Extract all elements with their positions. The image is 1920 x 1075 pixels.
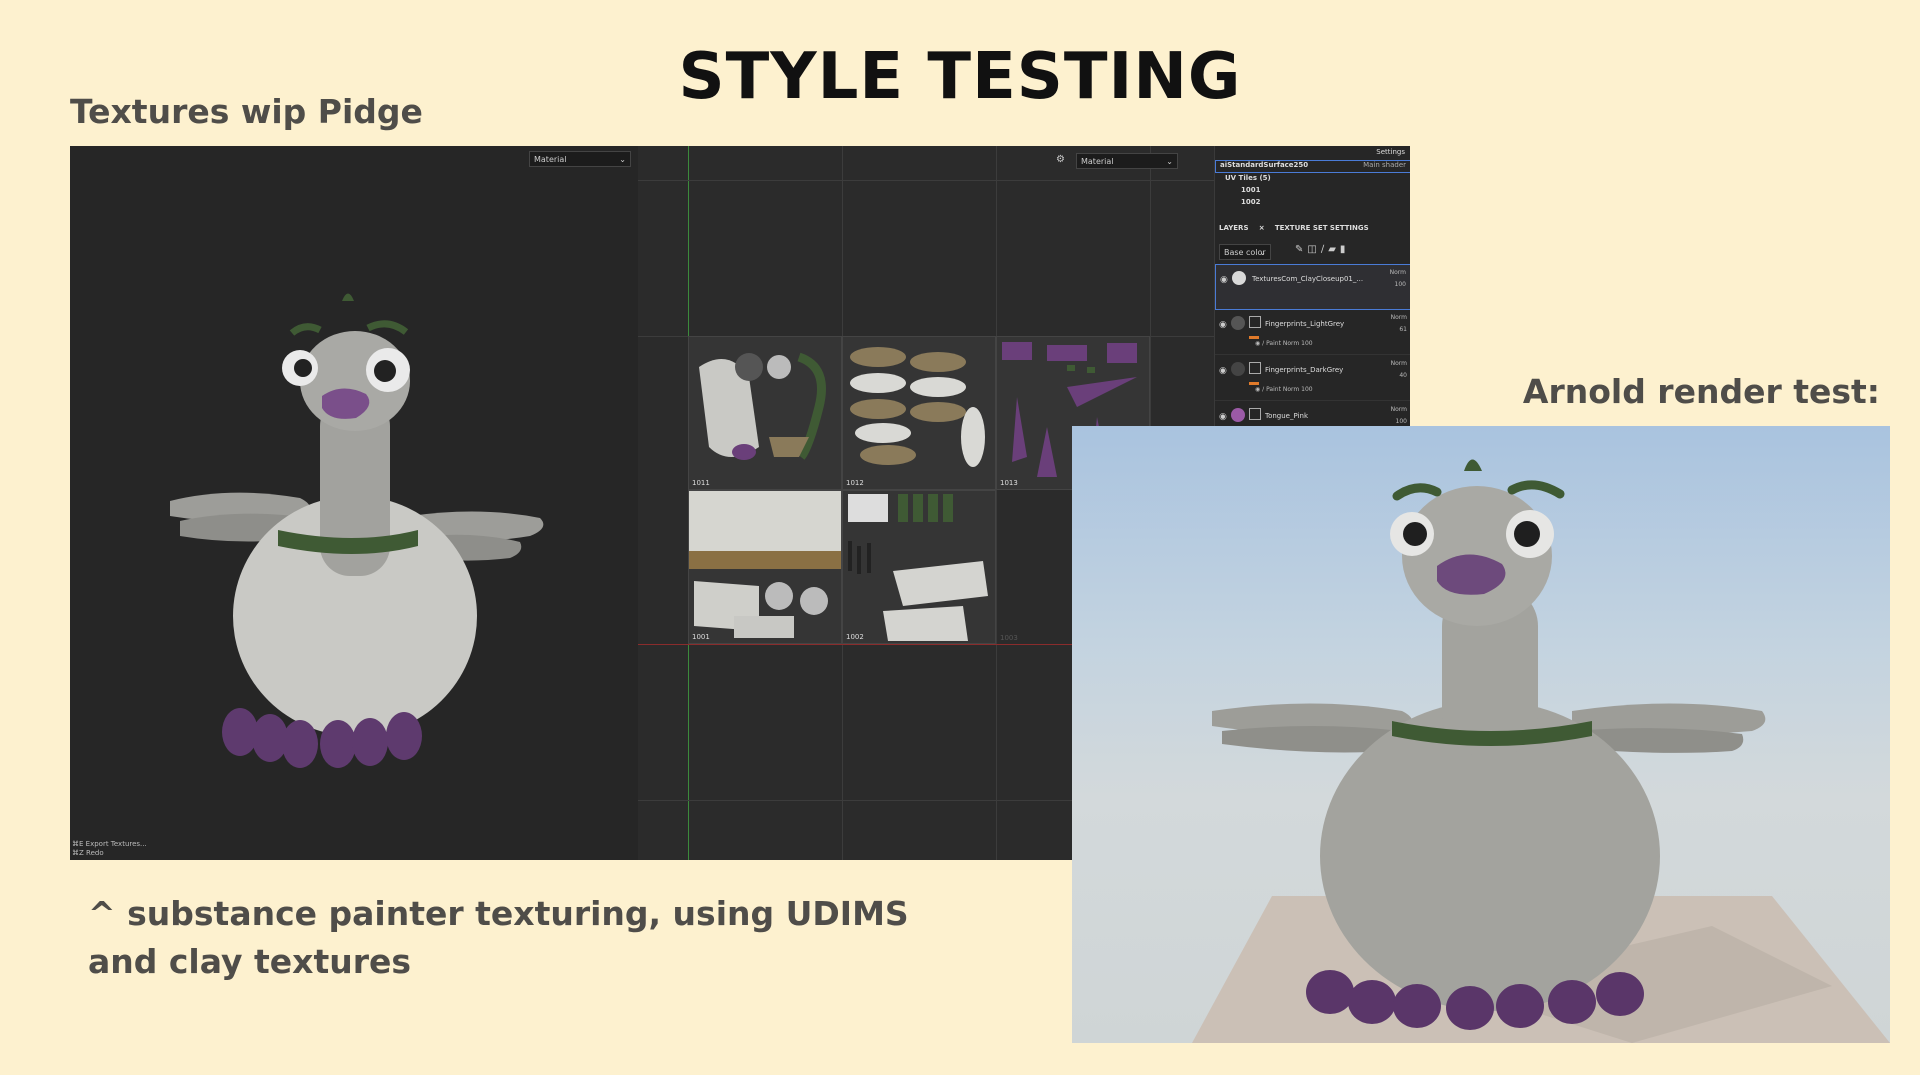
tab-layers[interactable]: LAYERS	[1215, 222, 1253, 234]
tile-label: 1002	[846, 633, 864, 641]
uv-islands-head	[699, 352, 826, 460]
uv-tiles-header[interactable]: UV Tiles (5)	[1225, 174, 1410, 182]
sub-effect-name: Paint	[1266, 340, 1281, 347]
grid-line	[996, 146, 997, 860]
render-label: Arnold render test:	[1522, 372, 1880, 411]
uv-islands-misc	[848, 494, 988, 641]
uv-islands-body	[689, 491, 841, 638]
layer-blend[interactable]: Norm 100	[1391, 404, 1407, 428]
3d-viewport: Material ⌄ ⌘E Export Textures... ⌘Z Redo	[70, 146, 638, 860]
arnold-render-image	[1072, 426, 1890, 1043]
layer-color-tag	[1249, 382, 1259, 385]
layer-row[interactable]: ◉ Fingerprints_DarkGrey Norm 40 ◉ ∕ Paint…	[1215, 356, 1410, 401]
grid-line	[638, 180, 1284, 181]
layer-thumbnail	[1231, 362, 1245, 376]
mask-icon	[1249, 316, 1261, 328]
textures-label: Textures wip Pidge	[70, 92, 423, 131]
mask-icon	[1249, 362, 1261, 374]
udim-tile[interactable]: 1002	[842, 490, 996, 644]
add-mask-icon[interactable]: ◫	[1307, 244, 1320, 255]
layer-thumbnail	[1232, 271, 1246, 285]
folder-icon[interactable]: ▰	[1328, 244, 1340, 255]
eye-icon[interactable]: ◉	[1219, 412, 1227, 422]
trash-icon[interactable]: ▮	[1340, 244, 1350, 255]
layer-row[interactable]: ◉ TexturesCom_ClayCloseup01_... Norm 100	[1215, 264, 1410, 310]
eye-icon[interactable]: ◉	[1219, 366, 1227, 376]
sub-opacity: 100	[1301, 340, 1313, 347]
mask-icon	[1249, 408, 1261, 420]
layer-name: Fingerprints_LightGrey	[1265, 320, 1345, 328]
opacity-value: 100	[1395, 418, 1407, 425]
layer-row[interactable]: ◉ Fingerprints_LightGrey Norm 61 ◉ ∕ Pain…	[1215, 310, 1410, 355]
layer-color-tag	[1249, 336, 1259, 339]
shader-row[interactable]: aiStandardSurface250 Main shader	[1215, 160, 1410, 173]
panel-tabs: LAYERS × TEXTURE SET SETTINGS	[1215, 222, 1410, 234]
tile-label: 1011	[692, 479, 710, 487]
layer-name: Fingerprints_DarkGrey	[1265, 366, 1344, 374]
sub-effect[interactable]: ◉ ∕ Paint Norm 100	[1255, 340, 1313, 347]
tab-texture-set-settings[interactable]: TEXTURE SET SETTINGS	[1271, 222, 1373, 234]
sub-effect[interactable]: ◉ ∕ Paint Norm 100	[1255, 386, 1313, 393]
tile-label: 1012	[846, 479, 864, 487]
uv-tile-item[interactable]: 1002	[1241, 198, 1410, 206]
opacity-value: 40	[1399, 372, 1407, 379]
tile-label: 1013	[1000, 479, 1018, 487]
opacity-value: 100	[1394, 281, 1406, 288]
chevron-down-icon: ⌄	[1259, 248, 1266, 257]
shortcut-redo: ⌘Z Redo	[72, 849, 104, 857]
display-settings-icon[interactable]: ⚙	[1056, 154, 1068, 166]
udim-tile[interactable]: 1011	[688, 336, 842, 490]
layer-blend[interactable]: Norm 100	[1390, 267, 1406, 291]
layer-name: TexturesCom_ClayCloseup01_...	[1252, 275, 1364, 283]
caption-text: ^ substance painter texturing, using UDI…	[88, 894, 909, 981]
shader-name: aiStandardSurface250	[1220, 161, 1309, 169]
layer-toolbar: ✎◫∕▰▮	[1295, 244, 1410, 255]
chevron-down-icon: ⌄	[1166, 157, 1173, 166]
shader-type: Main shader	[1363, 161, 1406, 169]
shortcut-hints: ⌘E Export Textures... ⌘Z Redo	[72, 840, 147, 858]
layer-blend[interactable]: Norm 61	[1391, 312, 1407, 336]
layer-thumbnail	[1231, 408, 1245, 422]
sub-effect-name: Paint	[1266, 386, 1281, 393]
settings-label: Settings	[1376, 148, 1405, 156]
rendered-pigeon	[1192, 459, 1890, 1043]
blend-mode: Norm	[1390, 360, 1407, 367]
uv-tile-item[interactable]: 1001	[1241, 186, 1410, 194]
tile-label: 1003	[1000, 634, 1018, 642]
eye-icon[interactable]: ◉	[1220, 275, 1228, 285]
udim-tile[interactable]: 1001	[688, 490, 842, 644]
uv-islands-wings	[850, 347, 985, 467]
tile-label: 1001	[692, 633, 710, 641]
layers-panel: Settings aiStandardSurface250 Main shade…	[1214, 146, 1410, 447]
sub-blend: Norm	[1282, 340, 1300, 347]
sub-opacity: 100	[1301, 386, 1313, 393]
udim-tile[interactable]: 1012	[842, 336, 996, 490]
layer-name: Tongue_Pink	[1265, 412, 1308, 420]
uv-dropdown-label: Material	[1081, 157, 1114, 166]
layer-thumbnail	[1231, 316, 1245, 330]
close-icon[interactable]: ×	[1255, 222, 1269, 234]
opacity-value: 61	[1399, 326, 1407, 333]
uv-material-dropdown[interactable]: Material ⌄	[1076, 153, 1178, 169]
sub-blend: Norm	[1282, 386, 1300, 393]
eye-icon[interactable]: ◉	[1219, 320, 1227, 330]
layer-blend[interactable]: Norm 40	[1391, 358, 1407, 382]
blend-mode: Norm	[1389, 269, 1406, 276]
shortcut-export: ⌘E Export Textures...	[72, 840, 147, 848]
blend-mode: Norm	[1390, 406, 1407, 413]
blend-mode: Norm	[1390, 314, 1407, 321]
add-fill-icon[interactable]: ✎	[1295, 244, 1307, 255]
pigeon-model	[170, 293, 544, 768]
channel-dropdown[interactable]: Base color ⌄	[1219, 244, 1271, 260]
